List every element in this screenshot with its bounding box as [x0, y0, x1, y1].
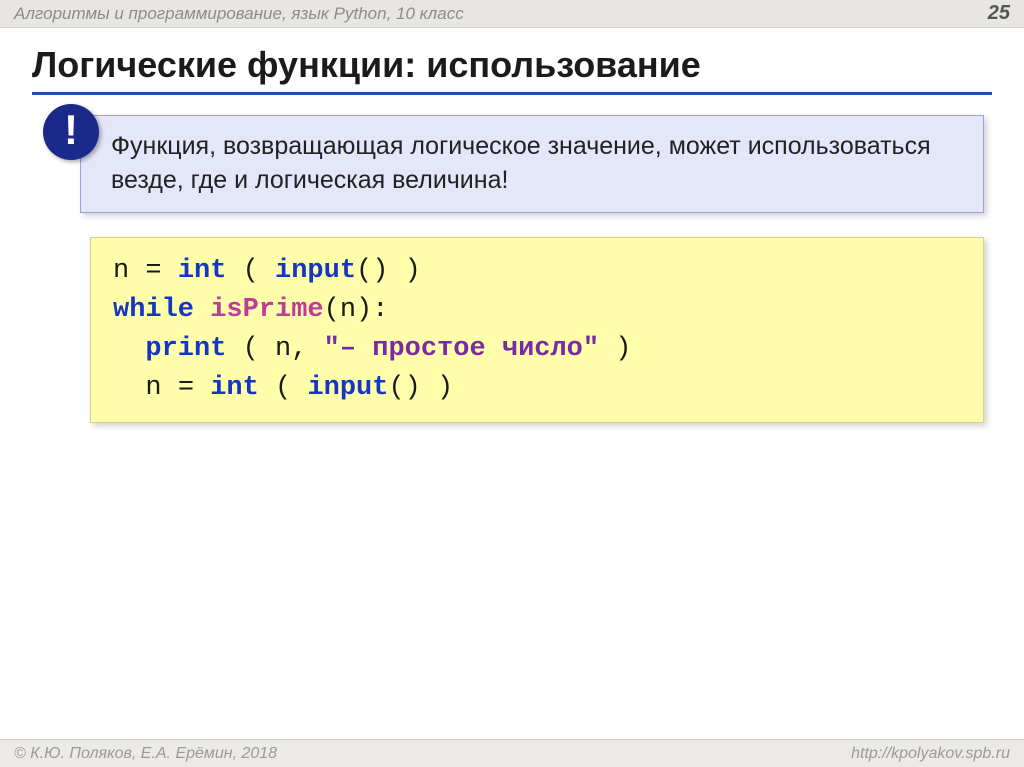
- code-token: =: [178, 373, 194, 403]
- code-token: int: [178, 256, 227, 286]
- copyright-text: © К.Ю. Поляков, Е.А. Ерёмин, 2018: [14, 745, 277, 763]
- code-token: [162, 256, 178, 286]
- code-token: input: [275, 256, 356, 286]
- info-callout: ! Функция, возвращающая логическое значе…: [80, 115, 984, 213]
- callout-text: Функция, возвращающая логическое значени…: [111, 130, 963, 198]
- slide-footer: © К.Ю. Поляков, Е.А. Ерёмин, 2018 http:/…: [0, 739, 1024, 767]
- code-token: =: [145, 256, 161, 286]
- code-token: ( n,: [226, 334, 323, 364]
- page-title: Логические функции: использование: [32, 44, 992, 95]
- code-token: (: [259, 373, 308, 403]
- slide: Алгоритмы и программирование, язык Pytho…: [0, 0, 1024, 767]
- code-token: n: [113, 373, 178, 403]
- code-token: (n):: [324, 295, 389, 325]
- code-token: [194, 295, 210, 325]
- code-token: () ): [356, 256, 421, 286]
- code-token: int: [210, 373, 259, 403]
- slide-header: Алгоритмы и программирование, язык Pytho…: [0, 0, 1024, 28]
- code-token: print: [145, 334, 226, 364]
- code-token: (: [226, 256, 275, 286]
- code-token: [194, 373, 210, 403]
- code-block: n = int ( input() ) while isPrime(n): pr…: [90, 237, 984, 424]
- footer-url: http://kpolyakov.spb.ru: [851, 745, 1010, 763]
- page-number: 25: [988, 2, 1010, 25]
- code-token: [113, 334, 145, 364]
- exclamation-icon: !: [43, 104, 99, 160]
- code-token: () ): [388, 373, 453, 403]
- code-token: n: [113, 256, 145, 286]
- code-token: ): [599, 334, 631, 364]
- code-token: isPrime: [210, 295, 323, 325]
- code-token: input: [307, 373, 388, 403]
- subject-title: Алгоритмы и программирование, язык Pytho…: [14, 4, 464, 24]
- exclamation-mark: !: [64, 109, 78, 151]
- code-token: "– простое число": [324, 334, 599, 364]
- code-token: while: [113, 295, 194, 325]
